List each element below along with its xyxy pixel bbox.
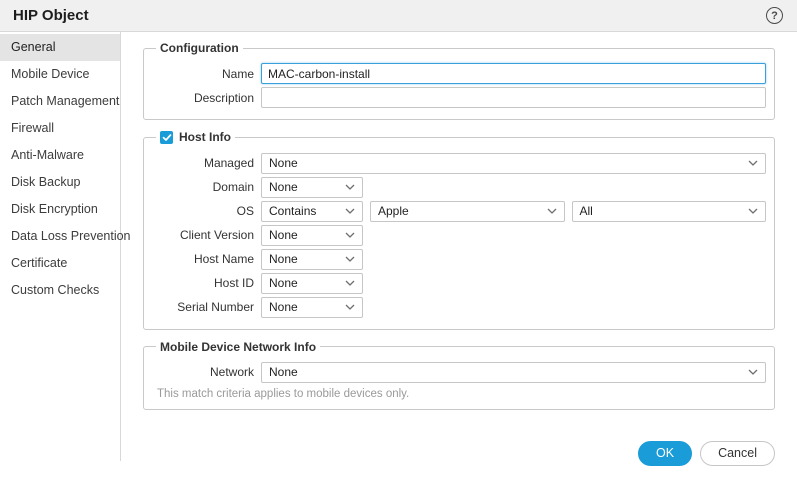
mobile-device-network-legend: Mobile Device Network Info <box>160 339 317 354</box>
sidebar-item-data-loss-prevention[interactable]: Data Loss Prevention <box>0 223 131 250</box>
chevron-down-icon <box>345 232 355 238</box>
mobile-device-note: This match criteria applies to mobile de… <box>157 387 410 400</box>
os-row: OS Contains Apple All <box>152 200 766 222</box>
managed-label: Managed <box>203 156 254 170</box>
sidebar-item-firewall[interactable]: Firewall <box>0 115 120 142</box>
serial-number-select[interactable]: None <box>261 296 363 318</box>
serial-number-label: Serial Number <box>177 300 254 314</box>
serial-number-row: Serial Number None <box>152 296 766 318</box>
chevron-down-icon <box>748 369 758 375</box>
description-label: Description <box>193 90 254 105</box>
os-version-select[interactable]: All <box>571 200 766 222</box>
host-info-section: Host Info Managed None Domain None OS Co… <box>143 130 775 330</box>
network-select[interactable]: None <box>261 361 766 383</box>
network-label: Network <box>209 365 254 379</box>
name-input[interactable] <box>261 63 766 84</box>
domain-row: Domain None <box>152 176 766 198</box>
sidebar-item-patch-management[interactable]: Patch Management <box>0 88 120 115</box>
host-id-label: Host ID <box>213 276 254 290</box>
sidebar-item-anti-malware[interactable]: Anti-Malware <box>0 142 120 169</box>
sidebar-item-disk-backup[interactable]: Disk Backup <box>0 169 120 196</box>
sidebar-item-general[interactable]: General <box>0 34 120 61</box>
cancel-button[interactable]: Cancel <box>700 440 775 466</box>
titlebar: HIP Object ? <box>0 0 797 32</box>
chevron-down-icon <box>345 256 355 262</box>
sidebar-item-disk-encryption[interactable]: Disk Encryption <box>0 196 120 223</box>
chevron-down-icon <box>345 280 355 286</box>
os-label: OS <box>236 204 254 218</box>
dialog-body: General Mobile Device Patch Management F… <box>0 32 797 466</box>
description-row: Description <box>152 87 766 108</box>
host-info-checkbox[interactable] <box>160 130 173 144</box>
host-id-select[interactable]: None <box>261 272 363 294</box>
managed-row: Managed None <box>152 152 766 174</box>
sidebar-item-custom-checks[interactable]: Custom Checks <box>0 277 120 304</box>
network-row: Network None <box>152 361 766 383</box>
client-version-label: Client Version <box>179 228 254 242</box>
domain-select[interactable]: None <box>261 176 363 198</box>
ok-button[interactable]: OK <box>638 440 693 466</box>
name-row: Name <box>152 63 766 84</box>
sidebar: General Mobile Device Patch Management F… <box>0 32 131 461</box>
managed-select[interactable]: None <box>261 152 766 174</box>
chevron-down-icon <box>547 208 556 214</box>
domain-label: Domain <box>212 180 254 194</box>
host-id-row: Host ID None <box>152 272 766 294</box>
chevron-down-icon <box>748 160 758 166</box>
chevron-down-icon <box>345 304 355 310</box>
description-input[interactable] <box>261 87 766 108</box>
chevron-down-icon <box>345 184 355 190</box>
os-match-select[interactable]: Contains <box>261 200 363 222</box>
dialog-title: HIP Object <box>13 7 89 24</box>
configuration-legend: Configuration <box>160 41 239 55</box>
main-panel: Configuration Name Description <box>121 32 797 466</box>
host-name-row: Host Name None <box>152 248 766 270</box>
host-name-label: Host Name <box>193 252 254 266</box>
mobile-device-network-section: Mobile Device Network Info Network None … <box>143 339 775 410</box>
chevron-down-icon <box>748 208 758 214</box>
configuration-section: Configuration Name Description <box>143 41 775 120</box>
os-vendor-select[interactable]: Apple <box>370 200 565 222</box>
chevron-down-icon <box>345 208 355 214</box>
sidebar-item-mobile-device[interactable]: Mobile Device <box>0 61 120 88</box>
help-icon[interactable]: ? <box>766 7 783 24</box>
host-name-select[interactable]: None <box>261 248 363 270</box>
name-label: Name <box>221 66 254 81</box>
checkmark-icon <box>162 133 171 141</box>
sidebar-item-certificate[interactable]: Certificate <box>0 250 120 277</box>
hip-object-dialog: HIP Object ? General Mobile Device Patch… <box>0 0 797 466</box>
host-info-legend: Host Info <box>179 130 231 144</box>
footer: OK Cancel <box>143 440 775 480</box>
client-version-select[interactable]: None <box>261 224 363 246</box>
client-version-row: Client Version None <box>152 224 766 246</box>
